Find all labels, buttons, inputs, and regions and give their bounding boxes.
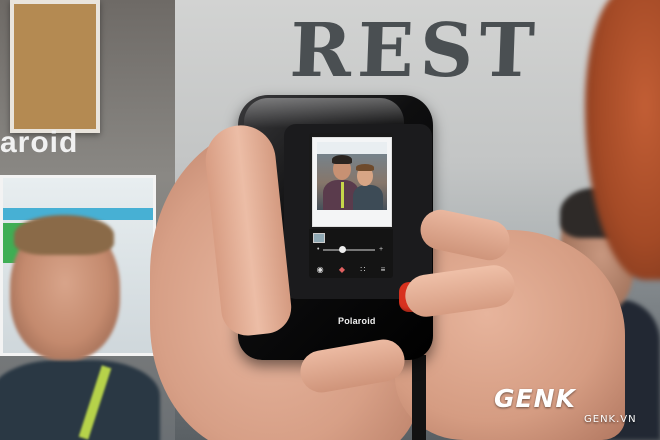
photo-scene: REST aroid • + ◉ ◆ ∷ ≡ Polaroid GENK GEN… <box>0 0 660 440</box>
selfie-background <box>317 142 387 154</box>
selfie-person-2 <box>353 185 383 210</box>
zoom-slider[interactable] <box>323 249 375 251</box>
selfie-hair-1 <box>332 155 352 164</box>
selfie-image <box>317 142 387 210</box>
bystander-left-hair <box>14 215 114 255</box>
gallery-thumbnail[interactable] <box>313 233 325 243</box>
selfie-hair-2 <box>356 164 374 171</box>
menu-icon[interactable]: ≡ <box>381 265 386 274</box>
preview-photo <box>312 137 392 227</box>
camera-brand-logo: Polaroid <box>338 316 376 326</box>
increase-icon[interactable]: + <box>379 246 383 253</box>
booth-picture-frame <box>10 0 100 133</box>
screen-icon-row: ◉ ◆ ∷ ≡ <box>309 262 393 276</box>
wall-lettering: REST <box>288 8 542 94</box>
color-palette-icon[interactable]: ◆ <box>339 265 345 274</box>
camera-strap <box>412 355 426 440</box>
bystander-left-body <box>0 360 160 440</box>
selfie-lanyard <box>341 182 344 208</box>
grid-icon[interactable]: ∷ <box>360 265 365 274</box>
watermark-site: GENK.VN <box>584 414 637 425</box>
watermark: GENK GENK.VN <box>494 384 636 425</box>
watermark-logo: GENK <box>494 384 576 413</box>
screen-controls: • + ◉ ◆ ∷ ≡ <box>309 229 393 278</box>
zoom-slider-knob[interactable] <box>339 246 346 253</box>
camera-icon[interactable]: ◉ <box>317 265 324 274</box>
decrease-icon[interactable]: • <box>317 246 319 253</box>
booth-brand-text: aroid <box>0 126 79 159</box>
camera-screen[interactable]: • + ◉ ◆ ∷ ≡ <box>309 133 393 278</box>
